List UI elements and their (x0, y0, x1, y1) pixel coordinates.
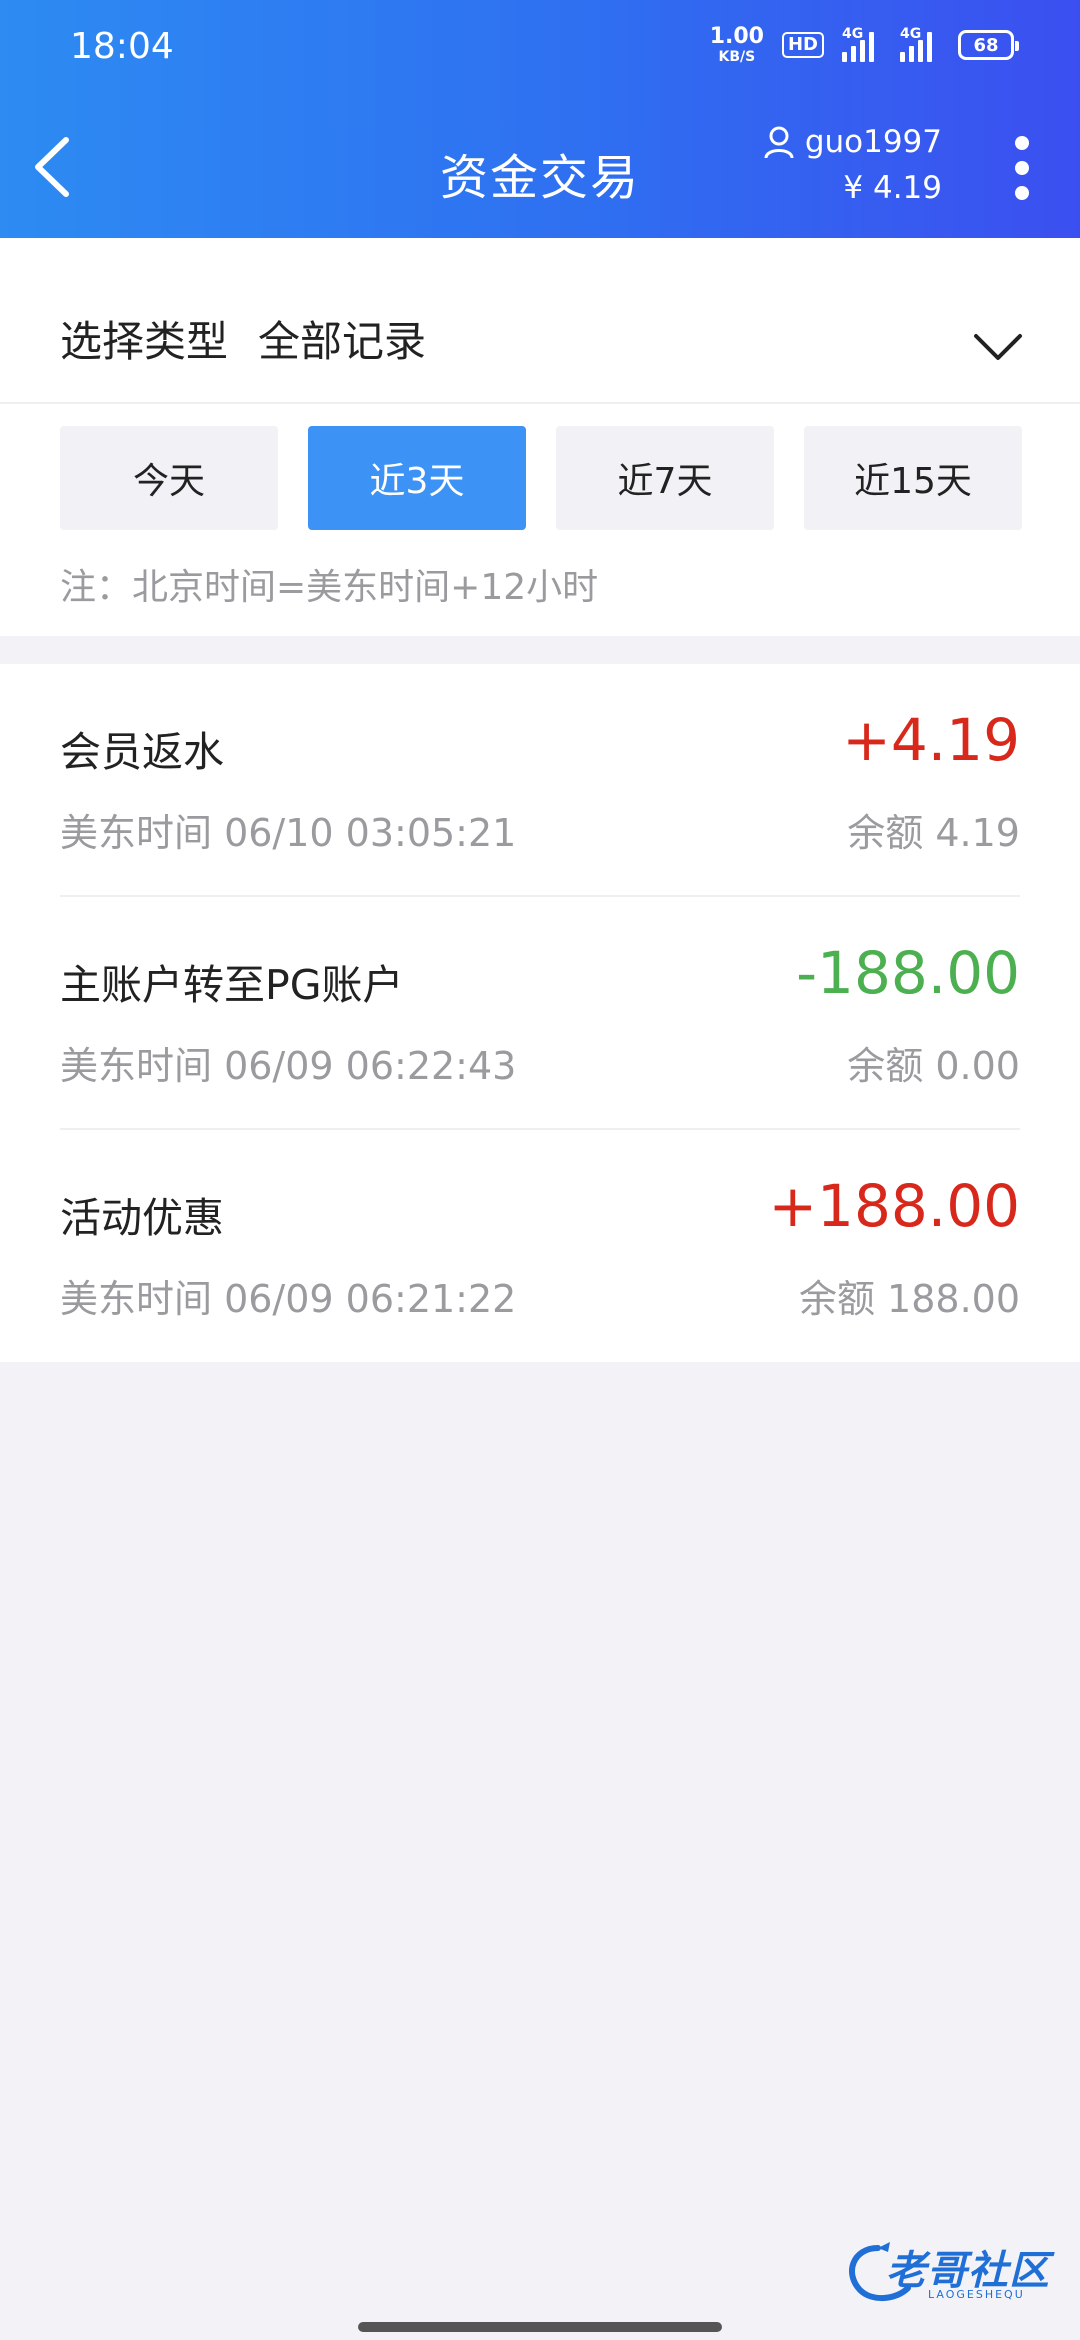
sim2-network-label: 4G (900, 26, 922, 42)
transaction-title: 主账户转至PG账户 (60, 961, 404, 1009)
transaction-balance: 余额 0.00 (847, 1044, 1020, 1088)
hd-icon: HD (781, 32, 824, 58)
watermark-logo: 老哥社区 LAOGESHEQU (838, 2238, 1068, 2312)
range-7days-button[interactable]: 近7天 (556, 426, 774, 530)
transaction-time: 美东时间 06/09 06:21:22 (60, 1277, 517, 1321)
transaction-amount: -188.00 (796, 939, 1020, 1007)
transaction-title: 会员返水 (60, 728, 224, 776)
transaction-list: 会员返水 美东时间 06/10 03:05:21 +4.19 余额 4.19 主… (0, 664, 1080, 1362)
type-selector-value: 全部记录 (258, 317, 427, 366)
sim1-network-label: 4G (842, 26, 864, 42)
more-vertical-icon (1015, 136, 1029, 150)
username: guo1997 (804, 124, 942, 160)
network-speed-value: 1.00 (709, 24, 764, 49)
user-icon (764, 126, 794, 159)
network-speed: 1.00 KB/S (709, 24, 764, 65)
account-balance: ¥ 4.19 (843, 170, 942, 206)
battery-icon: 68 (958, 30, 1019, 60)
user-info[interactable]: guo1997 ¥ 4.19 (763, 124, 942, 206)
range-15days-button[interactable]: 近15天 (804, 426, 1022, 530)
watermark-subtext: LAOGESHEQU (928, 2288, 1025, 2301)
transaction-time: 美东时间 06/10 03:05:21 (60, 811, 517, 855)
more-button[interactable] (1010, 136, 1034, 200)
status-icons: 1.00 KB/S HD 4G 4G 68 (709, 24, 1019, 65)
signal-icon-sim2: 4G (900, 26, 940, 62)
battery-level: 68 (973, 34, 999, 56)
transaction-balance: 余额 4.19 (847, 811, 1020, 855)
network-speed-unit: KB/S (718, 49, 756, 65)
home-indicator[interactable] (358, 2322, 722, 2332)
timezone-note: 注：北京时间=美东时间+12小时 (60, 567, 599, 608)
range-3days-button[interactable]: 近3天 (308, 426, 526, 530)
transaction-balance: 余额 188.00 (798, 1277, 1020, 1321)
transaction-amount: +4.19 (842, 706, 1020, 774)
range-today-button[interactable]: 今天 (60, 426, 278, 530)
date-range-tabs: 今天 近3天 近7天 近15天 (60, 426, 1022, 530)
transaction-amount: +188.00 (768, 1172, 1020, 1240)
transaction-time: 美东时间 06/09 06:22:43 (60, 1044, 517, 1088)
type-selector-label: 选择类型 (60, 317, 229, 366)
transaction-item[interactable]: 主账户转至PG账户 美东时间 06/09 06:22:43 -188.00 余额… (60, 897, 1020, 1130)
chevron-down-icon (974, 334, 1022, 360)
type-selector[interactable]: 选择类型 全部记录 (0, 238, 1080, 404)
signal-icon-sim1: 4G (842, 26, 882, 62)
status-time: 18:04 (70, 26, 174, 67)
transaction-item[interactable]: 会员返水 美东时间 06/10 03:05:21 +4.19 余额 4.19 (60, 664, 1020, 897)
status-bar: 18:04 1.00 KB/S HD 4G 4G 68 (0, 0, 1080, 96)
transaction-item[interactable]: 活动优惠 美东时间 06/09 06:21:22 +188.00 余额 188.… (60, 1130, 1020, 1363)
app-header: 18:04 1.00 KB/S HD 4G 4G 68 资金交易 guo1997… (0, 0, 1080, 238)
filter-card: 选择类型 全部记录 今天 近3天 近7天 近15天 注：北京时间=美东时间+12… (0, 238, 1080, 636)
transaction-title: 活动优惠 (60, 1194, 224, 1242)
